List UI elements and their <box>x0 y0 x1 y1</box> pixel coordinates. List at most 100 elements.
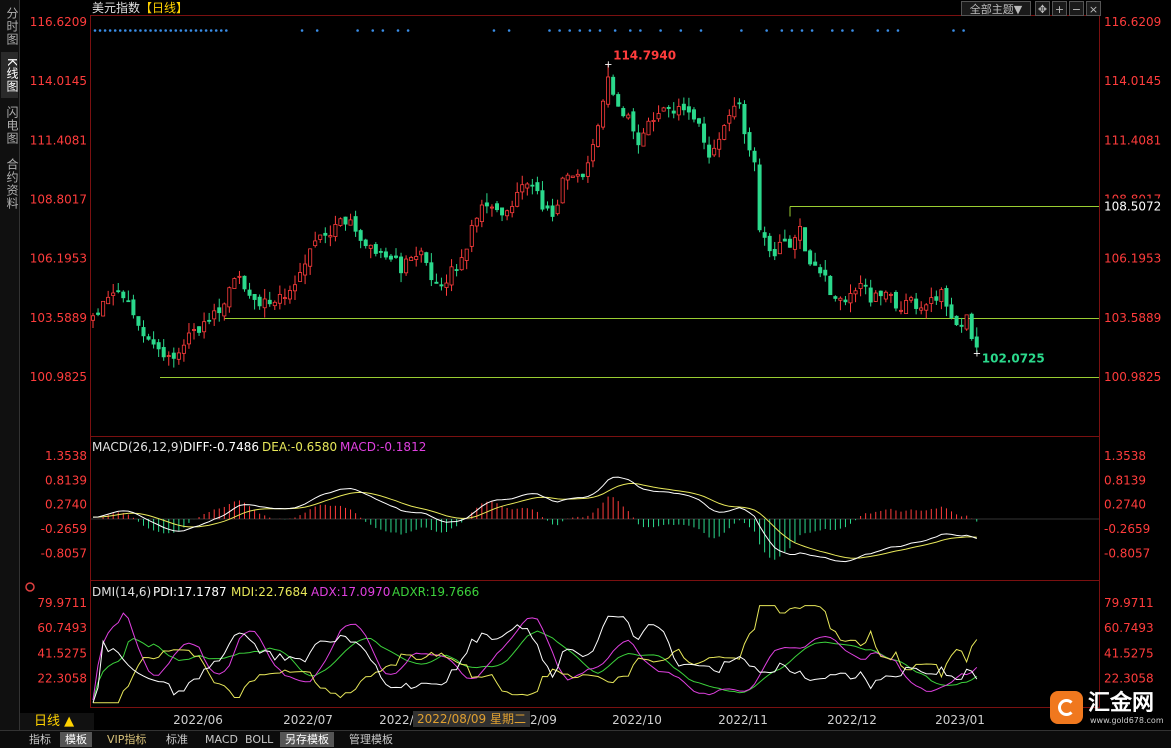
event-dot <box>199 29 203 32</box>
x-tick-label: 2023/01 <box>935 713 985 727</box>
price-y-tick-right: 111.4081 <box>1104 133 1161 147</box>
dmi-y-axis-left: 79.9711 60.7493 41.5275 22.3058 <box>37 596 87 686</box>
candle-body <box>232 278 237 289</box>
event-dot <box>629 29 632 32</box>
sidebar-tab-flash[interactable]: 闪电图 <box>1 100 19 150</box>
price-y-tick-right: 116.6209 <box>1104 15 1161 29</box>
candle-body <box>212 310 217 320</box>
event-dot <box>315 29 319 32</box>
price-y-tick-right: 103.5889 <box>1104 311 1161 325</box>
candle-body <box>919 307 924 311</box>
candle-body <box>636 132 641 146</box>
drag-mode-button[interactable]: ✥ <box>1035 1 1050 16</box>
candle-body <box>893 291 898 309</box>
candle-body <box>681 103 686 111</box>
dmi-adxr-label: ADXR:19.7666 <box>392 585 479 599</box>
macd-y-tick-right: 1.3538 <box>1104 449 1146 463</box>
candle-body <box>479 204 484 222</box>
candle-body <box>601 100 606 128</box>
candle-body <box>186 332 191 345</box>
candle-body <box>368 244 373 249</box>
candle-body <box>858 282 863 289</box>
price-y-tick-left: 108.8017 <box>30 193 87 207</box>
candle-body <box>853 290 858 295</box>
tab-templates[interactable]: 模板 <box>60 732 92 747</box>
candle-body <box>631 111 636 132</box>
event-dot <box>204 29 208 32</box>
event-dot <box>189 29 193 32</box>
candle-body <box>555 204 560 215</box>
candle-body <box>691 109 696 120</box>
candle-body <box>166 355 171 357</box>
price-y-tick-left: 100.9825 <box>30 370 87 384</box>
event-dot <box>876 29 880 32</box>
candle-body <box>863 284 868 287</box>
dmi-settings-icon[interactable] <box>25 582 35 592</box>
candle-body <box>621 108 626 117</box>
x-tick-label: 2022/10 <box>612 713 662 727</box>
candle-body <box>964 314 969 330</box>
event-dot <box>371 29 375 32</box>
macd-y-tick-right: -0.2659 <box>1104 522 1150 536</box>
candle-body <box>489 206 494 209</box>
logo-url: www.gold678.com <box>1090 716 1164 725</box>
event-dot <box>219 29 223 32</box>
candle-body <box>611 76 616 95</box>
candle-body <box>343 216 348 225</box>
zoom-in-button[interactable]: + <box>1052 1 1067 16</box>
candle-body <box>974 336 979 348</box>
candle-body <box>646 120 651 136</box>
period-selector[interactable]: 日线 ▲ <box>20 713 94 730</box>
macd-y-tick-left: 0.2740 <box>45 498 87 512</box>
candle-body <box>500 207 505 216</box>
event-dot <box>780 29 784 32</box>
event-dot <box>174 29 178 32</box>
sidebar-tab-kline[interactable]: K线图 <box>1 52 19 98</box>
candle-body <box>565 174 570 181</box>
candle-body <box>378 251 383 253</box>
candle-body <box>732 105 737 118</box>
candle-body <box>818 267 823 274</box>
tab-manage-templates[interactable]: 管理模板 <box>344 732 398 747</box>
candle-body <box>484 202 489 207</box>
event-dot <box>93 29 97 32</box>
theme-dropdown[interactable]: 全部主题▼ <box>961 1 1031 16</box>
candle-body <box>434 281 439 284</box>
candle-body <box>454 269 459 271</box>
price-y-tick-right: 106.1953 <box>1104 252 1161 266</box>
candle-body <box>111 292 116 296</box>
candle-body <box>126 300 131 303</box>
tab-indicators[interactable]: 指标 <box>24 732 56 747</box>
macd-legend: MACD(26,12,9) DIFF:-0.7486 DEA:-0.6580 M… <box>92 440 426 454</box>
candle-body <box>848 293 853 304</box>
event-dot <box>659 29 662 32</box>
event-dot <box>896 29 900 32</box>
tab-macd[interactable]: MACD <box>200 732 243 747</box>
macd-histogram <box>97 496 978 560</box>
event-dot <box>962 29 965 32</box>
candle-body <box>151 339 156 345</box>
close-button[interactable]: × <box>1086 1 1101 16</box>
tab-standard[interactable]: 标准 <box>161 732 193 747</box>
candle-body <box>197 326 202 333</box>
zoom-out-button[interactable]: − <box>1069 1 1084 16</box>
candle-body <box>873 292 878 302</box>
candle-body <box>106 296 111 305</box>
tab-vip-indicators[interactable]: VIP指标 <box>102 732 151 747</box>
event-dot <box>396 29 400 32</box>
tab-save-template[interactable]: 另存模板 <box>280 732 334 747</box>
macd-dea-label: DEA:-0.6580 <box>262 440 337 454</box>
dmi-y-tick-left: 22.3058 <box>37 672 87 686</box>
price-y-tick-right: 100.9825 <box>1104 370 1161 384</box>
tab-boll[interactable]: BOLL <box>240 732 278 747</box>
event-dot <box>588 29 592 32</box>
dmi-adxr-value: 19.7666 <box>430 585 480 599</box>
sidebar-tab-contract-info[interactable]: 合约资料 <box>1 152 19 216</box>
event-markers <box>93 29 965 32</box>
event-dot <box>765 29 768 32</box>
candle-body <box>727 115 732 124</box>
macd-macd-value: -0.1812 <box>380 440 426 454</box>
dmi-mdi-line <box>93 605 978 704</box>
sidebar-tab-timeshare[interactable]: 分时图 <box>1 2 19 50</box>
price-y-tick-left: 116.6209 <box>30 15 87 29</box>
